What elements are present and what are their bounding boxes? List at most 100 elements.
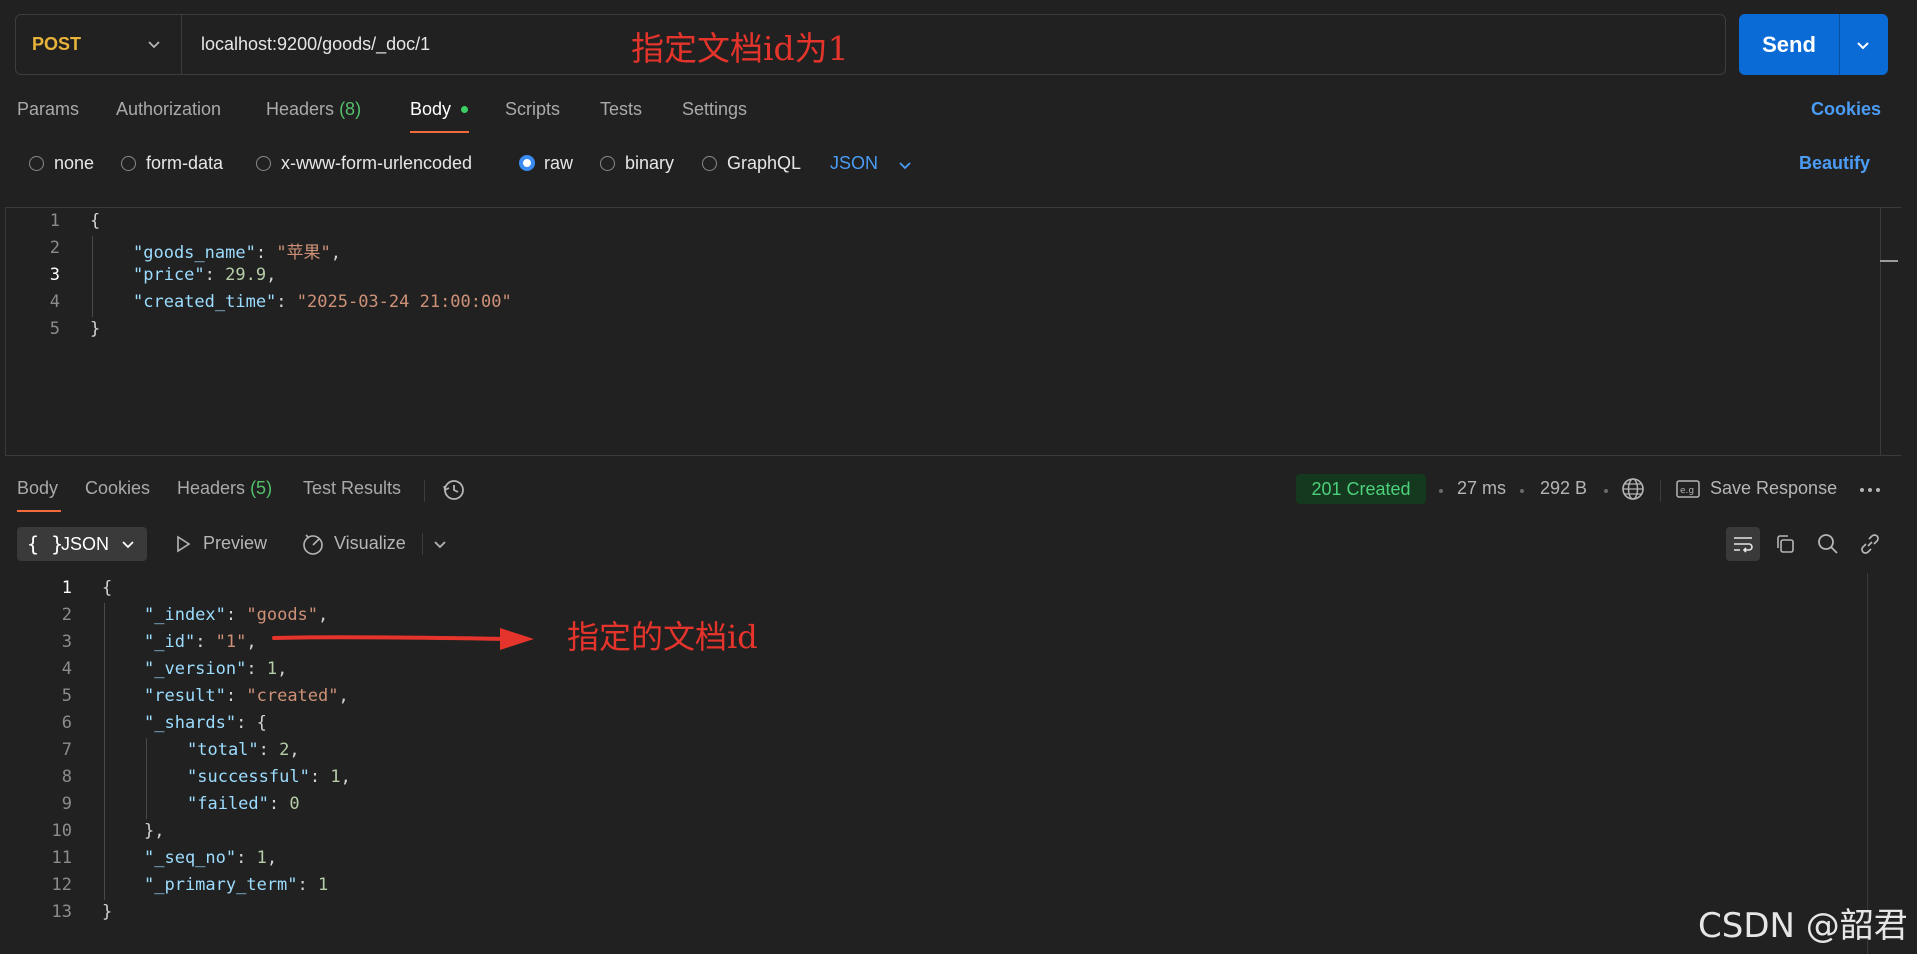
json-key: "_id" bbox=[144, 632, 196, 652]
save-response-button[interactable]: Save Response bbox=[1710, 478, 1837, 499]
radio-binary[interactable] bbox=[600, 156, 615, 171]
history-icon[interactable] bbox=[441, 477, 467, 503]
code-line: "_version": 1, bbox=[144, 659, 288, 679]
json-key: "_version" bbox=[144, 659, 247, 679]
response-tab-body[interactable]: Body bbox=[17, 478, 58, 499]
code-line: } bbox=[90, 319, 101, 339]
option-urlencoded-label: x-www-form-urlencoded bbox=[281, 153, 473, 173]
line-number: 13 bbox=[51, 902, 72, 922]
option-binary-label: binary bbox=[625, 153, 675, 173]
json-value: 29.9 bbox=[225, 265, 267, 285]
line-number-current: 3 bbox=[49, 265, 60, 285]
json-value: 0 bbox=[289, 794, 300, 814]
response-active-tab-underline bbox=[17, 510, 61, 512]
watermark: CSDN @韶君 bbox=[1698, 906, 1908, 946]
tab-body[interactable]: Body bbox=[410, 99, 451, 120]
code-line: { bbox=[90, 211, 101, 231]
line-number: 5 bbox=[61, 686, 72, 706]
radio-form-data[interactable] bbox=[121, 156, 136, 171]
method-label: POST bbox=[32, 34, 82, 54]
json-key: "_primary_term" bbox=[144, 875, 298, 895]
meta-separator bbox=[1520, 489, 1524, 493]
visualize-icon bbox=[303, 534, 323, 555]
format-selector[interactable]: { } JSON bbox=[17, 527, 147, 561]
tab-headers-label: Headers bbox=[266, 99, 335, 119]
tab-tests[interactable]: Tests bbox=[600, 99, 642, 120]
radio-none[interactable] bbox=[29, 156, 44, 171]
language-selector[interactable]: JSON bbox=[830, 153, 878, 174]
code-line: "_id": "1", bbox=[144, 632, 257, 652]
json-key: "price" bbox=[133, 265, 205, 285]
option-form-data-label: form-data bbox=[146, 153, 224, 173]
code-line: "failed": 0 bbox=[187, 794, 300, 814]
chevron-down-icon bbox=[148, 41, 160, 49]
url-bar: POST localhost:9200/goods/_doc/1 bbox=[15, 14, 1726, 75]
headers-count: (8) bbox=[339, 99, 362, 119]
url-annotation: 指定文档id为1 bbox=[631, 29, 849, 68]
json-key: "result" bbox=[144, 686, 226, 706]
more-icon[interactable] bbox=[1858, 484, 1882, 496]
indent-guide bbox=[92, 236, 93, 317]
tab-authorization[interactable]: Authorization bbox=[116, 99, 221, 120]
response-tab-test-results[interactable]: Test Results bbox=[303, 478, 401, 499]
response-tab-headers[interactable]: Headers (5) bbox=[177, 478, 272, 499]
link-icon[interactable] bbox=[1858, 532, 1882, 556]
tab-headers[interactable]: Headers (8) bbox=[266, 99, 361, 120]
radio-urlencoded[interactable] bbox=[256, 156, 271, 171]
option-none-label: none bbox=[54, 153, 95, 173]
line-number: 1 bbox=[61, 578, 72, 598]
code-line: "price": 29.9, bbox=[133, 265, 277, 285]
response-size: 292 B bbox=[1540, 478, 1588, 498]
option-raw-label: raw bbox=[544, 153, 574, 173]
json-key: "goods_name" bbox=[133, 243, 256, 263]
tab-params[interactable]: Params bbox=[17, 99, 79, 120]
line-number: 4 bbox=[49, 292, 60, 312]
send-button[interactable]: Send bbox=[1739, 14, 1839, 75]
json-value: 1 bbox=[330, 767, 341, 787]
cookies-link[interactable]: Cookies bbox=[1811, 99, 1881, 120]
json-value: 1 bbox=[318, 875, 329, 895]
response-scrollbar[interactable] bbox=[1867, 573, 1868, 954]
wrap-lines-button[interactable] bbox=[1726, 527, 1760, 561]
play-icon bbox=[177, 535, 191, 553]
status-badge: 201 Created bbox=[1296, 474, 1426, 504]
json-value: 1 bbox=[266, 659, 278, 679]
copy-icon[interactable] bbox=[1774, 533, 1796, 555]
editor-scrollbar[interactable] bbox=[1880, 207, 1881, 455]
code-line: "created_time": "2025-03-24 21:00:00" bbox=[133, 292, 512, 312]
json-value: "苹果" bbox=[276, 243, 331, 263]
json-value: "created" bbox=[246, 686, 339, 706]
code-line: "_primary_term": 1 bbox=[144, 875, 329, 895]
json-punct: , bbox=[330, 243, 342, 263]
visualize-button[interactable]: Visualize bbox=[334, 533, 406, 554]
wrap-icon bbox=[1734, 537, 1753, 553]
tab-settings[interactable]: Settings bbox=[682, 99, 747, 120]
code-line: "total": 2, bbox=[187, 740, 300, 760]
json-punct: { bbox=[256, 713, 267, 733]
json-value: "1" bbox=[215, 632, 247, 652]
code-line: "result": "created", bbox=[144, 686, 349, 706]
response-tab-cookies[interactable]: Cookies bbox=[85, 478, 150, 499]
json-key: "successful" bbox=[187, 767, 310, 787]
globe-icon[interactable] bbox=[1620, 476, 1646, 502]
line-number: 2 bbox=[49, 238, 60, 258]
json-key: "total" bbox=[187, 740, 259, 760]
json-key: "_shards" bbox=[144, 713, 237, 733]
send-options-chevron-icon[interactable] bbox=[1852, 34, 1874, 56]
beautify-button[interactable]: Beautify bbox=[1799, 153, 1870, 174]
radio-raw[interactable] bbox=[519, 155, 535, 171]
search-icon[interactable] bbox=[1816, 532, 1840, 556]
preview-button[interactable]: Preview bbox=[203, 533, 267, 554]
url-input[interactable]: localhost:9200/goods/_doc/1 bbox=[201, 34, 430, 55]
response-headers-label: Headers bbox=[177, 478, 246, 498]
code-line: } bbox=[102, 902, 113, 922]
line-number: 7 bbox=[61, 740, 72, 760]
tab-scripts[interactable]: Scripts bbox=[505, 99, 560, 120]
code-line: "_seq_no": 1, bbox=[144, 848, 278, 868]
line-number: 4 bbox=[61, 659, 72, 679]
radio-graphql[interactable] bbox=[702, 156, 717, 171]
code-line: { bbox=[102, 578, 113, 598]
chevron-down-icon[interactable] bbox=[896, 156, 914, 174]
chevron-down-icon[interactable] bbox=[431, 535, 449, 553]
json-key: "created_time" bbox=[133, 292, 277, 312]
